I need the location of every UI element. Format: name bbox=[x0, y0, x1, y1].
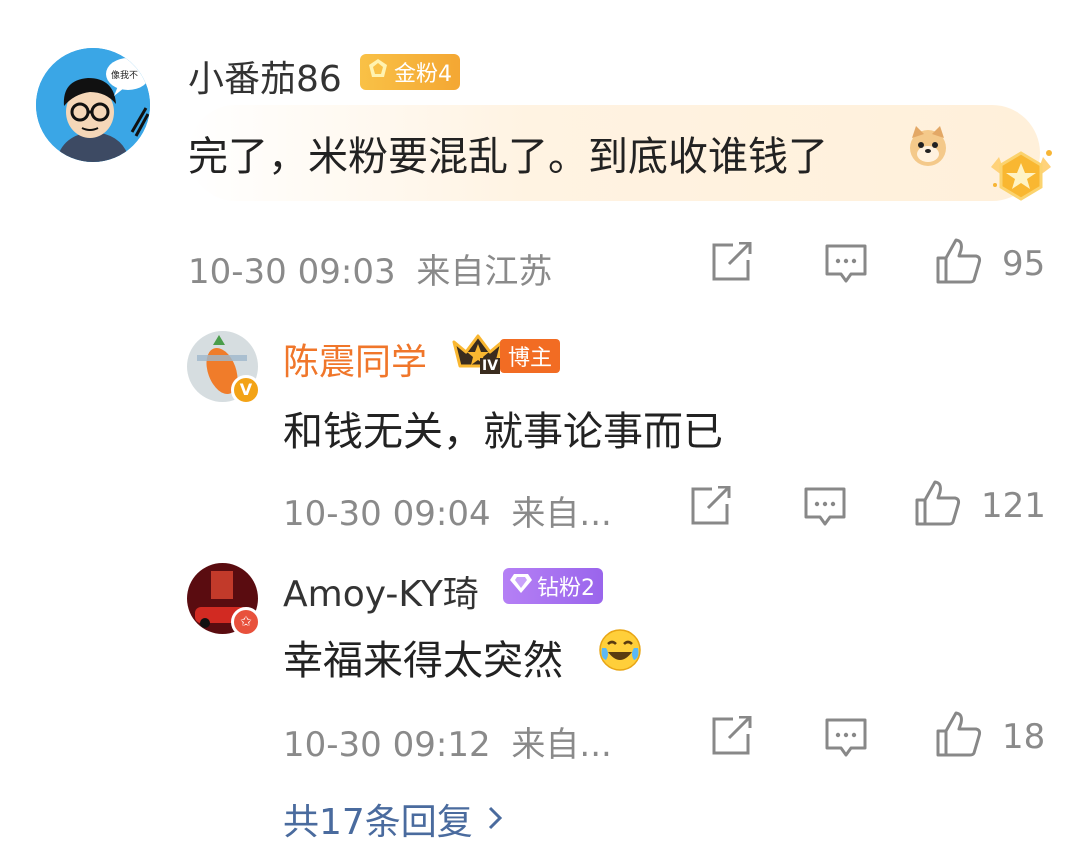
avatar[interactable]: 像我不 bbox=[36, 48, 150, 162]
comment-location: 来自江苏 bbox=[416, 252, 553, 292]
fan-badge-label: 钻粉2 bbox=[537, 576, 595, 601]
reply-text: 和钱无关，就事论事而已 bbox=[283, 409, 723, 455]
reply-username[interactable]: 陈震同学 bbox=[283, 333, 427, 385]
reply-timestamp: 10-30 09:04 来自... bbox=[283, 486, 612, 535]
crown-icon: IV bbox=[450, 332, 506, 380]
avatar[interactable]: ✩ bbox=[187, 563, 261, 637]
doge-emoji bbox=[906, 124, 950, 172]
chevron-right-icon bbox=[487, 799, 503, 840]
laugh-cry-emoji bbox=[598, 628, 642, 676]
more-replies-label: 共17条回复 bbox=[283, 802, 473, 843]
gold-fan-emblem-icon bbox=[985, 145, 1057, 209]
comment-text: 完了，米粉要混乱了。到底收谁钱了 bbox=[188, 134, 828, 180]
star-badge-icon: ✩ bbox=[231, 607, 261, 637]
diamond-icon bbox=[366, 57, 390, 87]
like-icon[interactable] bbox=[936, 238, 982, 284]
reply-text: 幸福来得太突然 bbox=[283, 638, 563, 684]
fan-badge-label: 金粉4 bbox=[394, 62, 452, 87]
verified-badge: V bbox=[231, 375, 261, 405]
avatar[interactable]: V bbox=[187, 331, 261, 405]
like-count: 121 bbox=[981, 486, 1046, 526]
reply-location: 来自... bbox=[511, 494, 612, 534]
blogger-badge-label: 博主 bbox=[508, 346, 553, 371]
like-icon[interactable] bbox=[915, 480, 961, 526]
comment-username[interactable]: 小番茄86 bbox=[188, 50, 342, 102]
comment-icon[interactable] bbox=[825, 718, 867, 758]
share-icon[interactable] bbox=[711, 242, 753, 282]
crown-level: IV bbox=[480, 358, 501, 374]
share-icon[interactable] bbox=[690, 486, 732, 526]
avatar-caption: 像我不 bbox=[111, 71, 139, 81]
like-icon[interactable] bbox=[936, 711, 982, 757]
reply-timestamp: 10-30 09:12 来自... bbox=[283, 717, 612, 766]
like-count: 18 bbox=[1002, 717, 1046, 757]
share-icon[interactable] bbox=[711, 716, 753, 756]
gold-fan-badge[interactable]: 金粉4 bbox=[360, 54, 460, 90]
diamond-fan-badge[interactable]: 钻粉2 bbox=[503, 568, 603, 604]
diamond-icon bbox=[509, 572, 533, 600]
comment-timestamp: 10-30 09:03 来自江苏 bbox=[188, 244, 552, 293]
reply-time: 10-30 09:12 bbox=[283, 725, 491, 765]
reply-location: 来自... bbox=[511, 725, 612, 765]
reply-username[interactable]: Amoy-KY琦 bbox=[283, 565, 479, 617]
reply-time: 10-30 09:04 bbox=[283, 494, 491, 534]
comment-icon[interactable] bbox=[825, 244, 867, 284]
blogger-badge[interactable]: 博主 bbox=[500, 339, 561, 373]
like-count: 95 bbox=[1002, 244, 1046, 284]
more-replies-link[interactable]: 共17条回复 bbox=[283, 793, 503, 845]
comment-time: 10-30 09:03 bbox=[188, 252, 396, 292]
comment-icon[interactable] bbox=[804, 487, 846, 527]
